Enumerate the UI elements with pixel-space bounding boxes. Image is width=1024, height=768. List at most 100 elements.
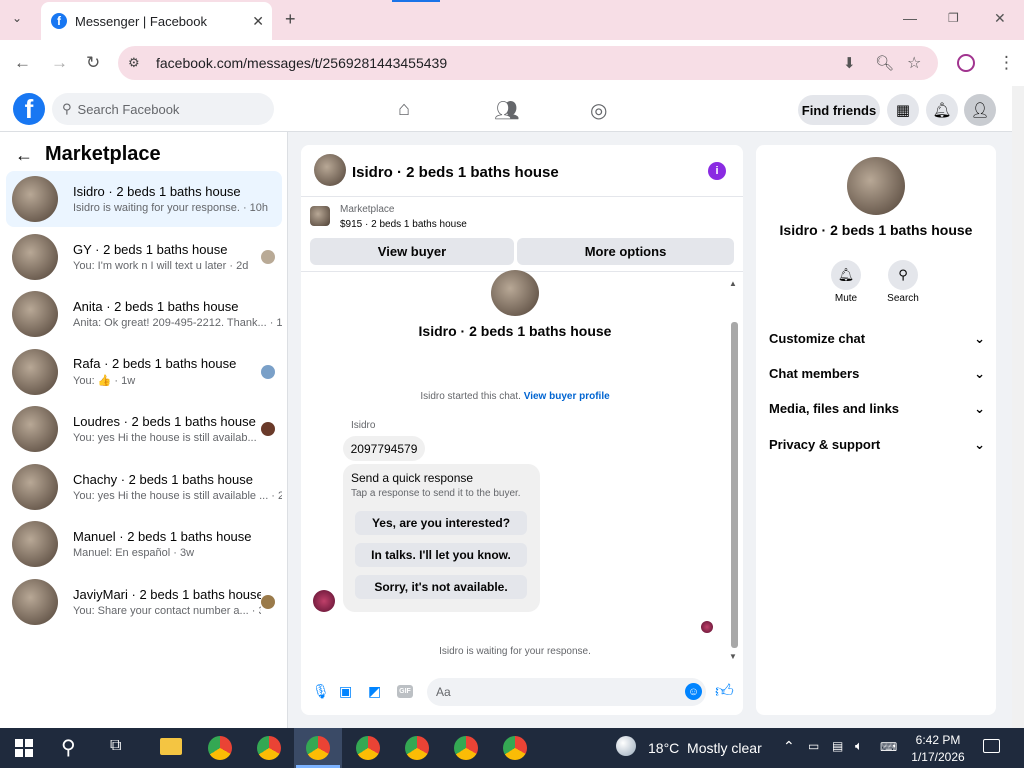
quick-response-title: Send a quick response	[351, 471, 474, 485]
conversation-text: Loudres · 2 beds 1 baths house You: yes H…	[73, 414, 261, 444]
conversation-row[interactable]: Manuel · 2 beds 1 baths house Manuel: En …	[6, 516, 282, 572]
chrome-taskbar-icon[interactable]	[356, 736, 380, 760]
tab-search-icon[interactable]: ⌄	[12, 11, 22, 25]
quick-response-in-talks[interactable]: In talks. I'll let you know.	[355, 543, 527, 567]
clock-time[interactable]: 6:42 PM	[908, 733, 968, 747]
search-chat-icon[interactable]: ⚲	[888, 260, 918, 290]
profile-icon[interactable]	[957, 54, 975, 72]
chrome-menu-icon[interactable]: ⋮	[998, 53, 1015, 73]
conversation-text: Isidro · 2 beds 1 baths house Isidro is w…	[73, 184, 282, 214]
zoom-icon[interactable]: 🔍︎	[875, 54, 894, 72]
new-tab-icon[interactable]: +	[285, 9, 296, 30]
conversation-name: Isidro · 2 beds 1 baths house	[73, 184, 241, 199]
mute-bell-icon[interactable]: 🔔︎	[831, 260, 861, 290]
back-arrow-icon[interactable]: ←	[15, 145, 33, 166]
chat-members-section[interactable]: Chat members ⌄	[769, 366, 985, 382]
view-buyer-button[interactable]: View buyer	[310, 238, 514, 265]
chrome-taskbar-icon[interactable]	[454, 736, 478, 760]
home-icon[interactable]: ⌂	[398, 98, 410, 121]
gif-icon[interactable]: GIF	[397, 685, 413, 698]
mute-label[interactable]: Mute	[822, 293, 870, 304]
network-icon[interactable]: ▤	[832, 739, 843, 753]
taskbar-search-icon[interactable]: ⚲	[61, 735, 76, 760]
notification-center-icon[interactable]	[983, 739, 1000, 753]
windows-start-icon[interactable]	[15, 739, 33, 757]
info-icon[interactable]: i	[708, 162, 726, 180]
site-info-icon[interactable]: ⚙	[128, 55, 140, 71]
facebook-logo-icon[interactable]: f	[13, 93, 45, 125]
like-thumb-icon[interactable]: 👍︎	[715, 680, 734, 702]
sender-avatar[interactable]	[313, 590, 335, 612]
volume-icon[interactable]: 🔈︎	[855, 738, 863, 754]
tray-meet-icon[interactable]: ▭	[808, 739, 819, 753]
profile-photo[interactable]	[847, 157, 905, 215]
conversation-row[interactable]: JaviyMari · 2 beds 1 baths house You: Sha…	[6, 574, 282, 630]
scroll-up-icon[interactable]: ▲	[729, 279, 737, 288]
find-friends-button[interactable]: Find friends	[798, 95, 880, 125]
back-icon[interactable]: ←	[14, 53, 31, 73]
weather-text[interactable]: 18°C Mostly clear	[648, 740, 762, 756]
conversation-row[interactable]: Chachy · 2 beds 1 baths house You: yes Hi…	[6, 459, 282, 515]
search-label[interactable]: Search	[879, 293, 927, 304]
clock-date[interactable]: 1/17/2026	[908, 750, 968, 764]
chat-scrollbar-thumb[interactable]	[731, 322, 738, 648]
restore-icon[interactable]: ❐	[948, 11, 959, 25]
menu-grid-icon[interactable]: ▦	[887, 94, 919, 126]
conversation-row[interactable]: Rafa · 2 beds 1 baths house You: 👍 · 1w	[6, 344, 282, 400]
privacy-support-section[interactable]: Privacy & support ⌄	[769, 437, 985, 453]
close-window-icon[interactable]: ✕	[994, 10, 1006, 27]
sticker-icon[interactable]: ◩	[368, 683, 381, 700]
search-facebook-input[interactable]: ⚲ Search Facebook	[52, 93, 274, 125]
listing-label: Marketplace	[340, 204, 395, 215]
conversation-row[interactable]: Loudres · 2 beds 1 baths house You: yes H…	[6, 401, 282, 457]
conversation-row[interactable]: Anita · 2 beds 1 baths house Anita: Ok gr…	[6, 286, 282, 342]
more-options-button[interactable]: More options	[517, 238, 734, 265]
chrome-taskbar-icon[interactable]	[257, 736, 281, 760]
chrome-taskbar-icon[interactable]	[405, 736, 429, 760]
listing-thumbnail[interactable]	[310, 206, 330, 226]
microphone-icon[interactable]: 🎙︎	[312, 683, 330, 700]
chat-header-name[interactable]: Isidro · 2 beds 1 baths house	[352, 164, 559, 181]
quick-response-not-available[interactable]: Sorry, it's not available.	[355, 575, 527, 599]
seen-avatar	[701, 621, 713, 633]
reload-icon[interactable]: ↻	[86, 53, 100, 73]
browser-tab[interactable]: f Messenger | Facebook ✕	[41, 2, 272, 40]
notifications-bell-icon[interactable]: 🔔︎	[926, 94, 958, 126]
view-buyer-profile-link[interactable]: View buyer profile	[524, 391, 610, 402]
chevron-down-icon: ⌄	[974, 437, 985, 452]
message-bubble[interactable]: 2097794579	[343, 436, 425, 461]
scroll-down-icon[interactable]: ▼	[729, 652, 737, 661]
chrome-taskbar-icon[interactable]	[503, 736, 527, 760]
keyboard-icon[interactable]: ⌨	[880, 740, 897, 754]
section-label: Chat members	[769, 366, 860, 381]
chrome-taskbar-icon[interactable]	[208, 736, 232, 760]
chrome-taskbar-icon[interactable]	[306, 736, 330, 760]
photo-icon[interactable]: ▣	[339, 683, 352, 700]
forward-icon[interactable]: →	[51, 53, 68, 73]
bookmark-star-icon[interactable]: ☆	[907, 53, 921, 73]
page-scrollbar[interactable]	[1012, 86, 1024, 728]
emoji-icon[interactable]: ☺	[685, 683, 702, 700]
message-input[interactable]: Aa	[427, 678, 706, 706]
address-bar[interactable]: facebook.com/messages/t/2569281443455439	[118, 46, 938, 80]
minimize-icon[interactable]: —	[903, 10, 917, 26]
conversation-row[interactable]: GY · 2 beds 1 baths house You: I'm work n…	[6, 229, 282, 285]
friends-icon[interactable]: 👥︎	[494, 98, 519, 123]
file-explorer-icon[interactable]	[160, 738, 182, 755]
show-hidden-icons[interactable]: ⌃	[783, 738, 795, 755]
weather-moon-icon[interactable]	[616, 736, 636, 756]
conversation-avatar	[12, 176, 58, 222]
chat-avatar[interactable]	[314, 154, 346, 186]
install-app-icon[interactable]: ⬇	[843, 54, 856, 72]
account-avatar[interactable]: 👤︎	[964, 94, 996, 126]
conversation-name: Rafa · 2 beds 1 baths house	[73, 356, 237, 371]
close-tab-icon[interactable]: ✕	[252, 13, 264, 30]
task-view-icon[interactable]: ⧉	[110, 737, 121, 755]
listing-price[interactable]: $915 · 2 beds 1 baths house	[340, 219, 467, 230]
media-files-links-section[interactable]: Media, files and links ⌄	[769, 401, 985, 417]
conversation-preview: Anita: Ok great! 209-495-2212. Thank... …	[73, 317, 282, 329]
conversation-row[interactable]: Isidro · 2 beds 1 baths house Isidro is w…	[6, 171, 282, 227]
quick-response-interested[interactable]: Yes, are you interested?	[355, 511, 527, 535]
groups-icon[interactable]: ◎	[590, 98, 607, 123]
customize-chat-section[interactable]: Customize chat ⌄	[769, 331, 985, 347]
